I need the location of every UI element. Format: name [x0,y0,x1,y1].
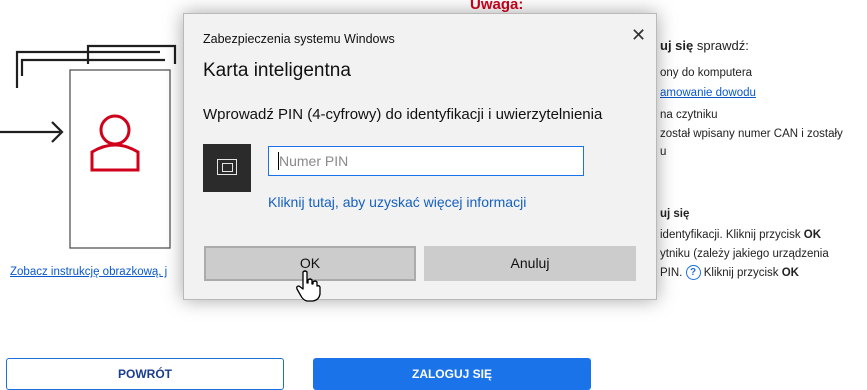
instruction-line: ytniku (zależy jakiego urządzenia [660,248,829,260]
smart-card-icon [217,159,237,175]
instruction-ok-bold: OK [803,229,822,241]
pin-input[interactable] [268,146,584,176]
instructions-subheading: uj się [660,208,690,220]
pin-prompt: Wprowadź PIN (4-cyfrowy) do identyfikacj… [203,106,603,123]
instruction-line: ony do komputera [660,67,753,79]
instructions-heading-text: sprawdź: [693,38,749,53]
help-circle-icon[interactable]: ? [685,265,701,281]
hand-pointer-icon [296,270,321,302]
instruction-line: identyfikacji. Kliknij przycisk [660,229,804,241]
dialog-caption: Zabezpieczenia systemu Windows [203,32,395,46]
cancel-button[interactable]: Anuluj [424,246,636,281]
picture-instructions-link[interactable]: Zobacz instrukcję obrazkową, j [10,266,167,278]
dialog-title: Karta inteligentna [203,60,351,81]
instruction-line: został wpisany numer CAN i zostały [660,128,843,140]
text-caret [278,152,279,170]
instruction-ok-bold: OK [781,267,799,279]
back-button[interactable]: POWRÓT [6,358,284,390]
instruction-line: PIN. [660,267,686,279]
instructions-heading-bold: uj się [660,38,694,53]
close-icon[interactable]: ✕ [631,25,646,46]
instruction-line: na czytniku [660,109,718,121]
instruction-line: u [660,146,667,158]
warning-title: Uwaga: [470,0,524,13]
smart-card-login-illustration [0,44,177,249]
more-info-link[interactable]: Kliknij tutaj, aby uzyskać więcej inform… [268,194,526,210]
instruction-link[interactable]: amowanie dowodu [660,84,756,102]
instruction-line: Kliknij przycisk [700,267,782,279]
login-button[interactable]: ZALOGUJ SIĘ [313,358,591,390]
windows-security-dialog: Zabezpieczenia systemu Windows ✕ Karta i… [183,13,657,300]
smart-card-tile [203,144,251,192]
